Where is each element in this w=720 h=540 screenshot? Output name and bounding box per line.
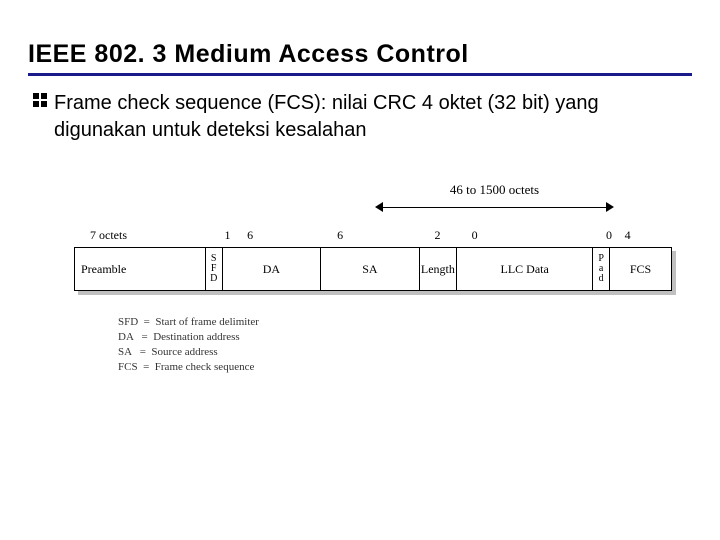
bullet-item: Frame check sequence (FCS): nilai CRC 4 … bbox=[28, 90, 692, 144]
llc-range-label: 46 to 1500 octets bbox=[377, 182, 612, 214]
sfd-octets: 1 bbox=[224, 228, 241, 243]
da-octets: 6 bbox=[241, 228, 337, 243]
bullet-icon bbox=[32, 92, 48, 113]
legend: SFD = Start of frame delimiter DA = Dest… bbox=[118, 315, 672, 374]
field-pad: P a d bbox=[593, 247, 610, 291]
octet-labels: 7 octets 1 6 6 2 0 0 4 bbox=[90, 228, 672, 243]
sa-octets: 6 bbox=[337, 228, 434, 243]
field-preamble: Preamble bbox=[74, 247, 206, 291]
field-fcs: FCS bbox=[610, 247, 672, 291]
legend-da: DA = Destination address bbox=[118, 330, 672, 345]
preamble-octets: 7 octets bbox=[90, 228, 224, 243]
frame-fields: Preamble S F D DA SA Length LLC Data P a… bbox=[74, 247, 672, 291]
field-len: Length bbox=[420, 247, 458, 291]
llc-octets: 0 bbox=[472, 228, 606, 243]
bullet-text: Frame check sequence (FCS): nilai CRC 4 … bbox=[54, 90, 692, 144]
field-sa: SA bbox=[321, 247, 419, 291]
legend-fcs: FCS = Frame check sequence bbox=[118, 360, 672, 375]
len-octets: 2 bbox=[434, 228, 471, 243]
field-llc: LLC Data bbox=[457, 247, 593, 291]
field-sfd: S F D bbox=[206, 247, 223, 291]
field-da: DA bbox=[223, 247, 321, 291]
fcs-octets: 4 bbox=[625, 228, 672, 243]
legend-sa: SA = Source address bbox=[118, 345, 672, 360]
legend-sfd: SFD = Start of frame delimiter bbox=[118, 315, 672, 330]
frame-diagram: 46 to 1500 octets 7 octets 1 6 6 2 0 0 4… bbox=[28, 182, 692, 374]
slide-title: IEEE 802. 3 Medium Access Control bbox=[28, 40, 692, 76]
pad-octets: 0 bbox=[606, 228, 625, 243]
